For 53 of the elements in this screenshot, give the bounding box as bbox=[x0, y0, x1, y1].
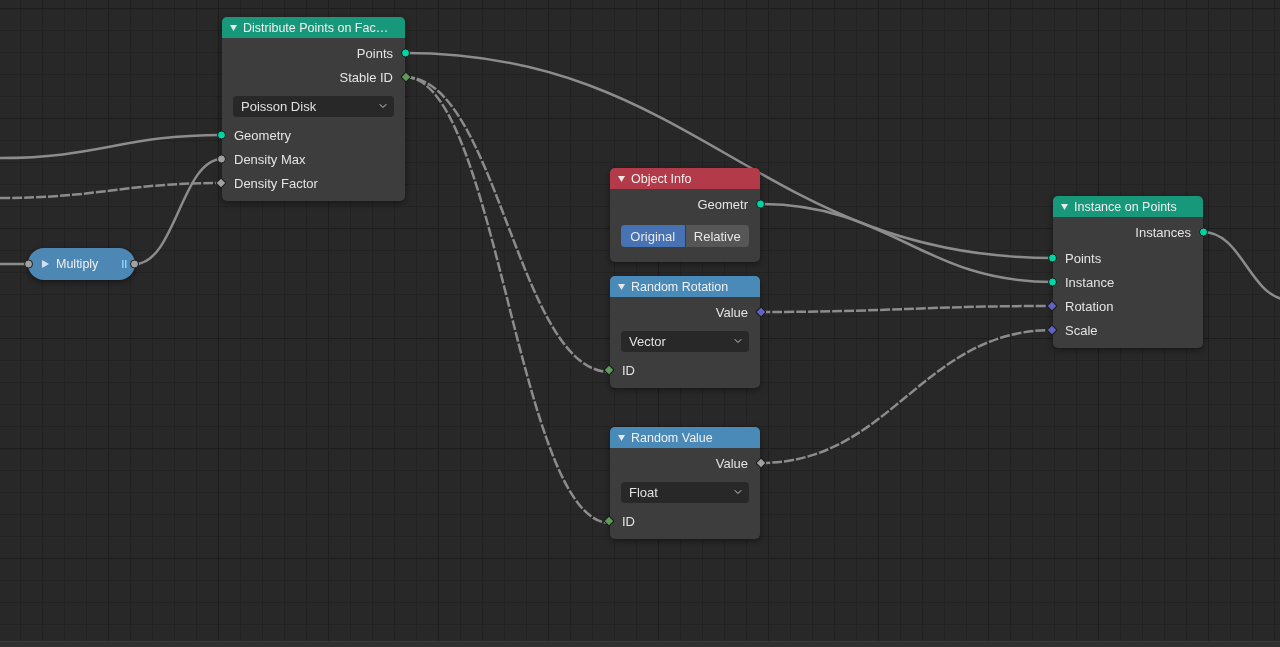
node-title: Distribute Points on Fac… bbox=[243, 20, 389, 35]
socket-label: ID bbox=[622, 513, 635, 529]
socket-label: Density Max bbox=[234, 151, 306, 167]
toggle-option[interactable]: Relative bbox=[684, 225, 749, 247]
socket-label: ID bbox=[622, 362, 635, 378]
socket-label: Stable ID bbox=[339, 69, 393, 85]
node-header[interactable]: Random Value bbox=[610, 427, 760, 448]
node-header[interactable]: Random Rotation bbox=[610, 276, 760, 297]
socket-icon[interactable] bbox=[756, 199, 765, 209]
socket-icon[interactable] bbox=[401, 48, 410, 58]
node-title: Random Rotation bbox=[631, 279, 729, 294]
dropdown[interactable]: Float bbox=[621, 481, 749, 503]
collapse-icon[interactable] bbox=[618, 175, 625, 182]
collapse-icon[interactable] bbox=[618, 283, 625, 290]
socket-icon[interactable] bbox=[215, 177, 227, 189]
node-title: Random Value bbox=[631, 430, 713, 445]
socket-icon[interactable] bbox=[603, 515, 615, 527]
socket-icon[interactable] bbox=[1048, 277, 1057, 287]
node-title: Object Info bbox=[631, 171, 692, 186]
socket-label: Value bbox=[715, 304, 748, 320]
socket-label: Density Factor bbox=[234, 175, 318, 191]
socket-label: Points bbox=[1065, 250, 1102, 266]
socket-icon[interactable] bbox=[24, 259, 33, 269]
expand-icon[interactable] bbox=[42, 260, 49, 268]
socket-label: Instance bbox=[1065, 274, 1115, 290]
socket-icon[interactable] bbox=[217, 130, 226, 140]
toggle-option[interactable]: Original bbox=[621, 225, 685, 247]
socket-icon[interactable] bbox=[755, 457, 767, 469]
handle-icon bbox=[122, 260, 127, 268]
socket-label: Geometr bbox=[697, 196, 748, 212]
socket-label: Geometry bbox=[234, 127, 292, 143]
socket-icon[interactable] bbox=[400, 71, 412, 83]
socket-label: Rotation bbox=[1065, 298, 1114, 314]
node-header[interactable]: Distribute Points on Fac… bbox=[222, 17, 405, 38]
socket-label: Scale bbox=[1065, 322, 1098, 338]
collapse-icon[interactable] bbox=[1061, 203, 1068, 210]
node-header[interactable]: Instance on Points bbox=[1053, 196, 1203, 217]
node-title: Instance on Points bbox=[1074, 199, 1177, 214]
socket-label: Value bbox=[715, 455, 748, 471]
collapse-icon[interactable] bbox=[230, 24, 237, 31]
socket-icon[interactable] bbox=[603, 364, 615, 376]
socket-label: Instances bbox=[1135, 224, 1191, 240]
dropdown[interactable]: Poisson Disk bbox=[233, 95, 394, 117]
node-editor-canvas[interactable] bbox=[0, 0, 1280, 641]
node-title: Multiply bbox=[56, 257, 99, 271]
collapse-icon[interactable] bbox=[618, 434, 625, 441]
socket-icon[interactable] bbox=[130, 259, 139, 269]
node-header[interactable]: Object Info bbox=[610, 168, 760, 189]
dropdown[interactable]: Vector bbox=[621, 330, 749, 352]
socket-icon[interactable] bbox=[1048, 253, 1057, 263]
socket-icon[interactable] bbox=[1199, 227, 1208, 237]
socket-label: Points bbox=[356, 45, 393, 61]
socket-icon[interactable] bbox=[217, 154, 226, 164]
